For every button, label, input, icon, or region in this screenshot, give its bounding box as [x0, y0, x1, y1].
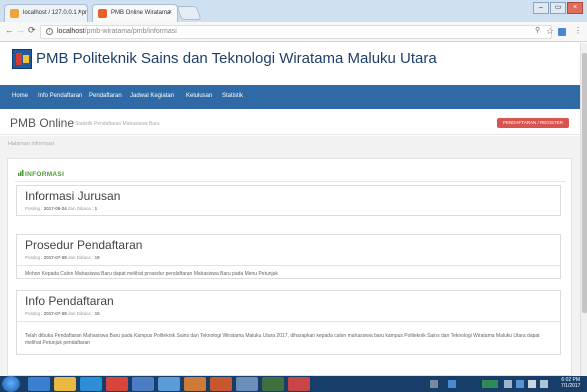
tab-label: PMB Online Wiratama: [111, 10, 171, 16]
post-header: Informasi Jurusan Posting : 2017-05-24 d…: [17, 186, 560, 216]
post-title[interactable]: Info Pendaftaran: [25, 294, 114, 308]
text-editor-taskbar-icon[interactable]: [158, 377, 180, 391]
page-scrollbar[interactable]: [580, 43, 587, 376]
nav-statistik[interactable]: Statistik: [222, 93, 243, 99]
url-host: localhost: [57, 28, 85, 35]
tray-icon[interactable]: [504, 380, 512, 388]
ie-taskbar-icon[interactable]: [28, 377, 50, 391]
zoom-icon[interactable]: ⚲: [535, 26, 540, 34]
post-date: 2017-07-08: [43, 311, 67, 316]
start-button[interactable]: [2, 376, 20, 392]
close-window-button[interactable]: ×: [567, 2, 583, 14]
post-date: 2017-07-08: [43, 255, 67, 260]
panel-title: INFORMASI: [18, 170, 64, 178]
new-tab-button[interactable]: [176, 6, 202, 20]
app-taskbar-icon[interactable]: [132, 377, 154, 391]
flag-icon[interactable]: [528, 380, 536, 388]
browser-toolbar: ← → ⟳ i localhost/pmb-wiratama/pmb/infor…: [0, 22, 587, 42]
media-taskbar-icon[interactable]: [80, 377, 102, 391]
minimize-button[interactable]: –: [533, 2, 549, 14]
bookmark-star-icon[interactable]: ☆: [546, 26, 554, 37]
system-clock[interactable]: 6:02 PM 7/1/2017: [561, 377, 580, 389]
post-views: 1: [94, 206, 98, 211]
tab-pmb-online[interactable]: PMB Online Wiratama ×: [92, 4, 178, 22]
register-button[interactable]: PENDAFTARAN / REGISTER: [497, 118, 569, 128]
page-info-icon[interactable]: i: [46, 28, 53, 35]
taskbar: 6:02 PM 7/1/2017: [0, 376, 587, 392]
reload-icon[interactable]: ⟳: [28, 25, 36, 36]
post-header: Prosedur Pendaftaran Posting : 2017-07-0…: [17, 235, 560, 265]
post-date: 2017-05-24: [43, 206, 67, 211]
pmb-title: PMB Online: [10, 116, 75, 130]
phpmyadmin-favicon-icon: [10, 9, 19, 18]
post-meta: Posting : 2017-07-08 dan Dibaca : 15: [25, 311, 100, 316]
network-icon[interactable]: [430, 380, 438, 388]
site-logo[interactable]: [12, 49, 32, 69]
nav-jadwal-kegiatan[interactable]: Jadwal Kegiatan: [130, 93, 174, 99]
explorer-taskbar-icon[interactable]: [54, 377, 76, 391]
terminal-taskbar-icon[interactable]: [262, 377, 284, 391]
bar-chart-icon: [18, 170, 24, 176]
breadcrumb: Halaman informasi: [8, 141, 54, 147]
chrome-taskbar-icon[interactable]: [106, 377, 128, 391]
post-meta: Posting : 2017-07-08 dan Dibaca : 19: [25, 255, 100, 260]
post-body: Telah dibuka Pendaftaran Mahasiswa Baru …: [17, 321, 560, 352]
breadcrumb-bar: Halaman informasi: [0, 136, 580, 154]
menu-dots-icon[interactable]: ⋮: [574, 26, 582, 35]
battery-icon[interactable]: [482, 380, 498, 388]
scrollbar-thumb[interactable]: [582, 53, 587, 313]
tab-close-icon[interactable]: ×: [78, 9, 82, 16]
image-taskbar-icon[interactable]: [288, 377, 310, 391]
nav-home[interactable]: Home: [12, 93, 28, 99]
post-meta: Posting : 2017-05-24 dan Dibaca : 1: [25, 206, 98, 211]
page-viewport: PMB Politeknik Sains dan Teknologi Wirat…: [0, 43, 580, 376]
nav-kelulusan[interactable]: Kelulusan: [186, 93, 212, 99]
tab-close-icon[interactable]: ×: [168, 9, 172, 16]
xampp-taskbar-icon[interactable]: [210, 377, 232, 391]
address-bar[interactable]: i localhost/pmb-wiratama/pmb/informasi: [40, 25, 552, 39]
nav-info-pendaftaran[interactable]: Info Pendaftaran: [38, 93, 82, 99]
post-item: Prosedur Pendaftaran Posting : 2017-07-0…: [16, 234, 561, 279]
post-item: Informasi Jurusan Posting : 2017-05-24 d…: [16, 185, 561, 216]
restore-button[interactable]: ▭: [550, 2, 566, 14]
browser-titlebar: localhost / 127.0.0.1 / pr × PMB Online …: [0, 0, 587, 22]
post-body: Mohon Kepada Calon Mahasiswa Baru dapat …: [17, 265, 560, 283]
post-views: 15: [94, 311, 100, 316]
main-nav: Home Info Pendaftaran Pendaftaran Jadwal…: [0, 85, 580, 109]
clock-date: 7/1/2017: [561, 383, 581, 389]
panel-title-text: INFORMASI: [25, 171, 65, 178]
site-title[interactable]: PMB Politeknik Sains dan Teknologi Wirat…: [36, 50, 437, 67]
site-header: PMB Politeknik Sains dan Teknologi Wirat…: [0, 43, 580, 83]
forward-icon[interactable]: →: [16, 25, 25, 35]
panel-divider: [15, 181, 566, 182]
pmb-favicon-icon: [98, 9, 107, 18]
post-views: 19: [94, 255, 100, 260]
paint-taskbar-icon[interactable]: [184, 377, 206, 391]
wifi-icon[interactable]: [448, 380, 456, 388]
pmb-bar: PMB Online Statistik Pendaftaran Mahasis…: [0, 109, 580, 135]
post-header: Info Pendaftaran Posting : 2017-07-08 da…: [17, 291, 560, 321]
post-title[interactable]: Informasi Jurusan: [25, 189, 120, 203]
tab-phpmyadmin[interactable]: localhost / 127.0.0.1 / pr ×: [4, 4, 88, 22]
bluetooth-icon[interactable]: [516, 380, 524, 388]
nav-pendaftaran[interactable]: Pendaftaran: [89, 93, 122, 99]
back-icon[interactable]: ←: [5, 25, 14, 35]
post-title[interactable]: Prosedur Pendaftaran: [25, 238, 142, 252]
pmb-subtitle: Statistik Pendaftaran Mahasiswa Baru: [75, 121, 160, 127]
extension-icon[interactable]: [558, 28, 566, 36]
folder-taskbar-icon[interactable]: [236, 377, 258, 391]
url-path: /pmb-wiratama/pmb/informasi: [84, 28, 177, 35]
post-item: Info Pendaftaran Posting : 2017-07-08 da…: [16, 290, 561, 355]
volume-icon[interactable]: [540, 380, 548, 388]
